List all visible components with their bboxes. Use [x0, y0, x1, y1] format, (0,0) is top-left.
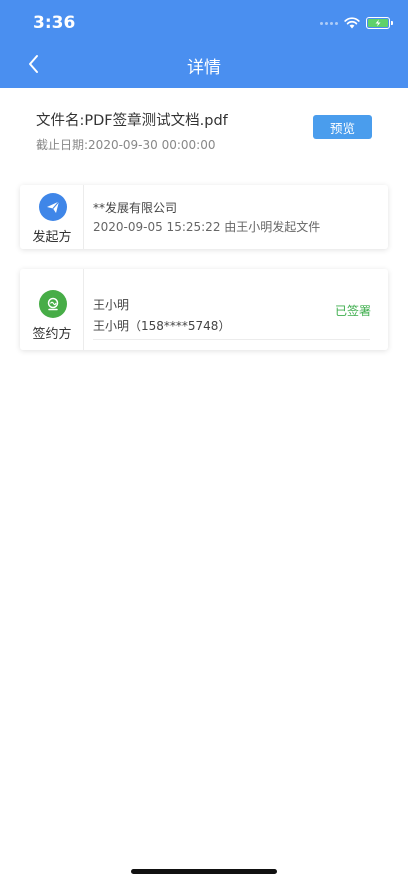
paper-plane-icon: [39, 193, 67, 221]
signer-role-label: 签约方: [32, 327, 72, 342]
wifi-icon: [344, 17, 360, 29]
deadline-text: 截止日期:2020-09-30 00:00:00: [36, 138, 216, 152]
home-indicator: [131, 869, 277, 874]
initiator-role-label: 发起方: [32, 230, 72, 245]
preview-button[interactable]: 预览: [313, 115, 372, 139]
initiator-company: **发展有限公司: [93, 201, 178, 215]
initiator-detail: 2020-09-05 15:25:22 由王小明发起文件: [93, 220, 321, 234]
initiator-card: 发起方 **发展有限公司 2020-09-05 15:25:22 由王小明发起文…: [20, 185, 388, 249]
status-icons: [320, 16, 393, 30]
signer-contact: 王小明（158****5748）: [93, 319, 231, 333]
signer-name: 王小明: [93, 298, 130, 312]
signer-card: 签约方 王小明 王小明（158****5748） 已签署: [20, 269, 388, 350]
signature-seal-icon: [39, 290, 67, 318]
battery-icon: [366, 17, 393, 29]
initiator-role-panel: 发起方: [20, 185, 84, 249]
signed-status-badge: 已签署: [334, 304, 371, 318]
signal-icon: [320, 21, 338, 25]
status-time: 3:36: [33, 13, 76, 33]
header-bar: 3:36 详情: [0, 0, 408, 88]
row-divider: [93, 339, 370, 340]
page-title: 详情: [187, 58, 221, 78]
signer-role-panel: 签约方: [20, 269, 84, 350]
file-name: 文件名:PDF签章测试文档.pdf: [36, 113, 228, 129]
